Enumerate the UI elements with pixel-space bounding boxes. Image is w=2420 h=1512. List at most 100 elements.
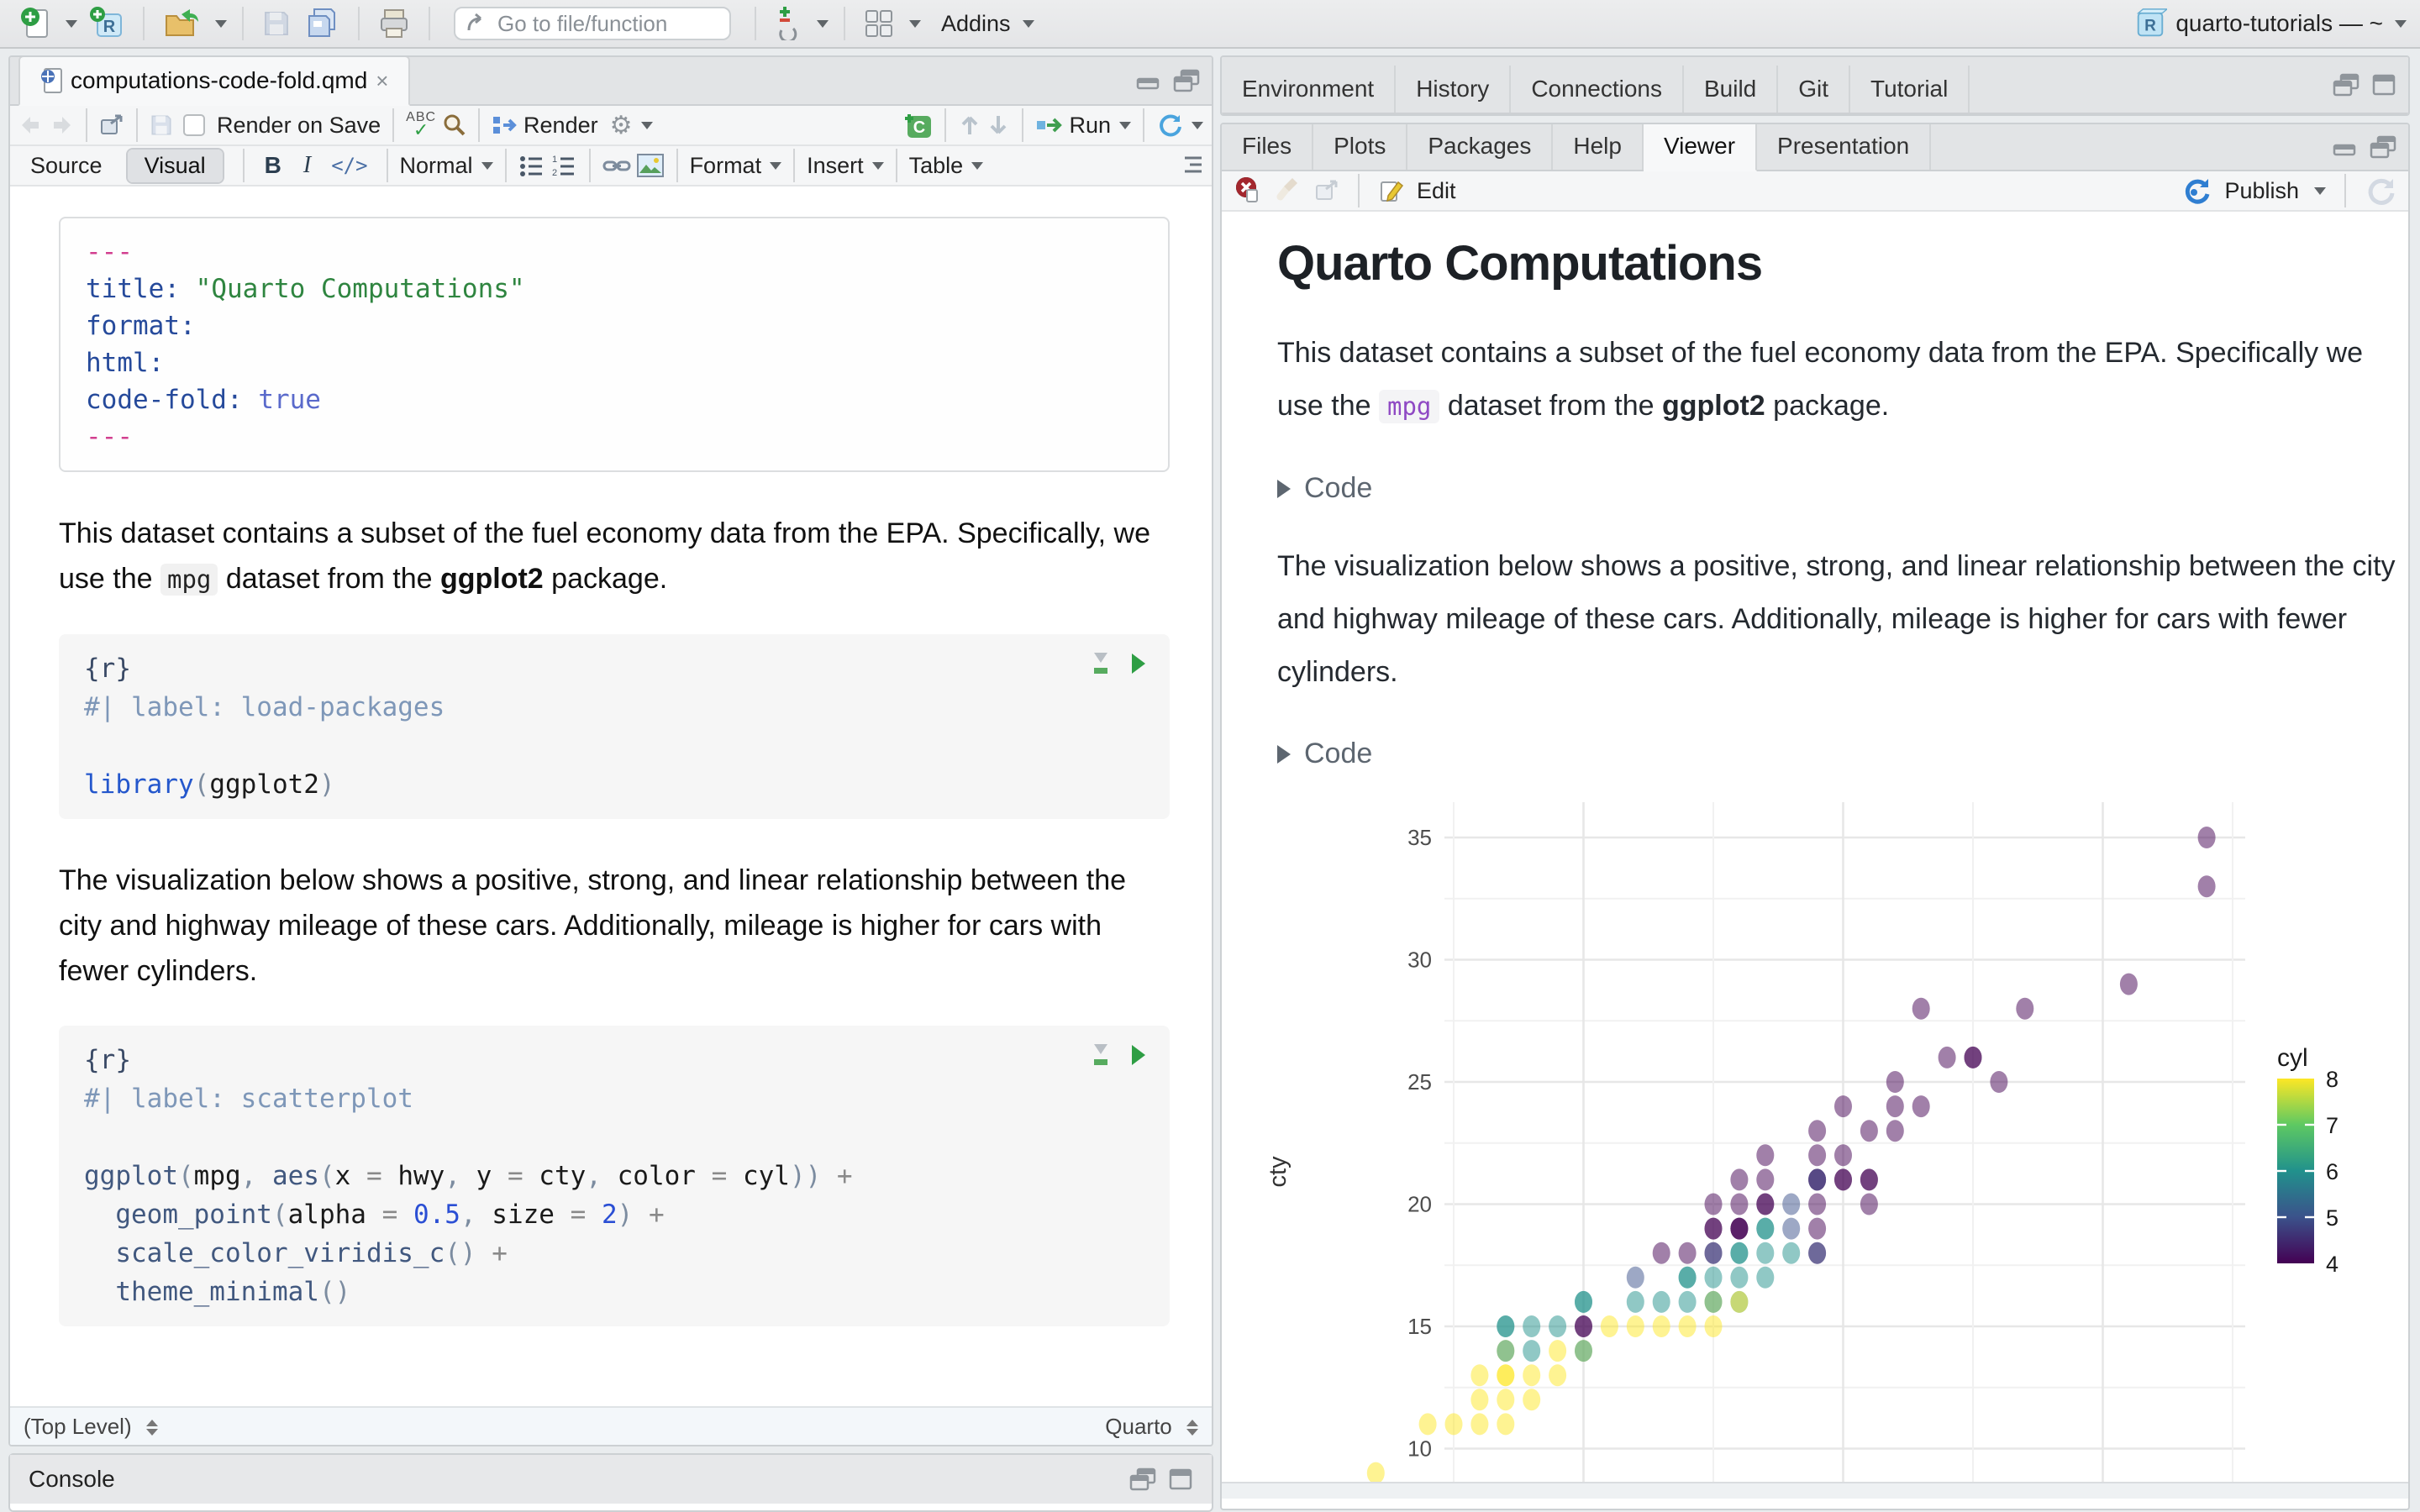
new-file-caret[interactable] (66, 19, 77, 28)
run-previous-icon[interactable] (958, 113, 981, 138)
tab-viewer[interactable]: Viewer (1643, 124, 1758, 171)
new-project-button[interactable]: R (86, 3, 128, 45)
run-chunks-above-icon[interactable] (1091, 1042, 1111, 1068)
save-all-button[interactable] (302, 4, 343, 43)
code-line[interactable]: title: "Quarto Computations" (86, 270, 1143, 307)
addins-caret[interactable] (1022, 19, 1034, 28)
editor-paragraph-1[interactable]: This dataset contains a subset of the fu… (59, 511, 1170, 602)
run-chunk-icon[interactable] (1129, 652, 1148, 675)
code-format-button[interactable]: </> (324, 154, 374, 177)
source-tools-icon[interactable] (1156, 112, 1183, 139)
run-next-icon[interactable] (986, 113, 1010, 138)
publish-icon[interactable] (2182, 176, 2212, 206)
outline-scope-select[interactable]: (Top Level) (24, 1414, 158, 1440)
code-line[interactable] (84, 1118, 1144, 1157)
code-line[interactable]: ggplot(mpg, aes(x = hwy, y = cty, color … (84, 1157, 1144, 1195)
format-menu[interactable]: Format (690, 153, 762, 179)
italic-button[interactable]: I (295, 152, 319, 179)
paragraph-style-select[interactable]: Normal (400, 153, 473, 179)
visual-mode-button[interactable]: Visual (127, 149, 223, 182)
edit-pencil-icon[interactable] (1378, 177, 1405, 204)
minimize-pane-icon[interactable] (2333, 135, 2358, 157)
tab-files[interactable]: Files (1222, 124, 1314, 170)
tab-plots[interactable]: Plots (1313, 124, 1408, 170)
popout-icon[interactable] (99, 113, 124, 137)
open-file-button[interactable] (160, 4, 203, 43)
save-icon[interactable] (150, 113, 173, 137)
numbered-list-icon[interactable]: 12 (550, 154, 577, 177)
clear-broom-icon[interactable] (1274, 176, 1302, 205)
code-chunk-load-packages[interactable]: {r} #| label: load-packages library(ggplo… (59, 634, 1170, 819)
code-line[interactable]: {r} (84, 1041, 1144, 1079)
render-settings-caret[interactable] (640, 121, 653, 129)
publish-caret[interactable] (2314, 186, 2326, 195)
code-line[interactable]: --- (86, 234, 1143, 270)
viewer-content[interactable]: Quarto Computations This dataset contain… (1222, 212, 2408, 1499)
render-button[interactable]: Render (523, 113, 598, 139)
render-settings-gear-icon[interactable]: ⚙ (610, 111, 633, 140)
file-type-select[interactable]: Quarto (1105, 1414, 1198, 1440)
workspace-panes-button[interactable] (860, 5, 897, 42)
insert-caret[interactable] (871, 161, 884, 170)
edit-button[interactable]: Edit (1417, 178, 1456, 204)
outline-toggle-icon[interactable] (1176, 155, 1203, 176)
run-chunk-icon[interactable] (1129, 1043, 1148, 1067)
code-line[interactable]: library(ggplot2) (84, 765, 1144, 804)
restore-pane-icon[interactable] (2333, 73, 2360, 97)
code-line[interactable]: theme_minimal() (84, 1273, 1144, 1311)
save-button[interactable] (259, 6, 294, 41)
code-chunk-scatterplot[interactable]: {r} #| label: scatterplot ggplot(mpg, aes… (59, 1026, 1170, 1326)
render-on-save-checkbox[interactable] (183, 114, 205, 136)
spellcheck-button[interactable]: ABC ✓ (406, 111, 436, 139)
tab-git[interactable]: Git (1778, 66, 1851, 113)
code-line[interactable]: #| label: load-packages (84, 688, 1144, 727)
bullet-list-icon[interactable] (518, 154, 545, 177)
tab-build[interactable]: Build (1684, 66, 1779, 113)
version-control-button[interactable] (771, 3, 805, 44)
tab-help[interactable]: Help (1553, 124, 1644, 170)
tab-packages[interactable]: Packages (1407, 124, 1554, 170)
bold-button[interactable]: B (256, 152, 290, 179)
restore-pane-icon[interactable] (1129, 1467, 1156, 1491)
editor-tab[interactable]: computations-code-fold.qmd × (18, 57, 411, 106)
code-line[interactable]: code-fold: true (86, 381, 1143, 418)
code-line[interactable]: --- (86, 418, 1143, 455)
stop-icon[interactable] (1234, 176, 1262, 205)
code-fold-toggle-2[interactable]: Code (1277, 738, 2408, 770)
maximize-pane-icon[interactable] (2370, 135, 2396, 159)
yaml-front-matter[interactable]: --- title: "Quarto Computations" format: h… (59, 217, 1170, 472)
code-line[interactable]: #| label: scatterplot (84, 1079, 1144, 1118)
refresh-icon[interactable] (2365, 175, 2396, 207)
popout-icon[interactable] (1314, 179, 1339, 202)
code-fold-toggle-1[interactable]: Code (1277, 472, 2408, 505)
paragraph-style-caret[interactable] (481, 161, 493, 170)
image-icon[interactable] (636, 153, 665, 178)
addins-menu[interactable]: Addins (941, 11, 1011, 37)
insert-menu[interactable]: Insert (807, 153, 864, 179)
project-menu[interactable]: R quarto-tutorials — ~ (2133, 0, 2407, 47)
print-button[interactable] (375, 5, 413, 42)
table-menu[interactable]: Table (909, 153, 964, 179)
close-tab-icon[interactable]: × (376, 68, 388, 94)
maximize-pane-icon[interactable] (1168, 1467, 1193, 1491)
goto-file-function-input[interactable]: Go to file/function (454, 7, 731, 40)
link-icon[interactable] (602, 154, 631, 177)
editor-paragraph-2[interactable]: The visualization below shows a positive… (59, 858, 1170, 994)
run-icon[interactable] (1035, 114, 1064, 136)
run-button[interactable]: Run (1069, 113, 1111, 139)
tab-history[interactable]: History (1396, 66, 1512, 113)
maximize-pane-icon[interactable] (2371, 73, 2396, 97)
code-line[interactable] (84, 727, 1144, 765)
table-caret[interactable] (971, 161, 984, 170)
tab-presentation[interactable]: Presentation (1757, 124, 1932, 170)
code-line[interactable]: scale_color_viridis_c() + (84, 1234, 1144, 1273)
tab-tutorial[interactable]: Tutorial (1850, 66, 1970, 113)
render-on-save-label[interactable]: Render on Save (217, 113, 381, 139)
minimize-pane-icon[interactable] (1136, 69, 1161, 91)
console-header[interactable]: Console (10, 1455, 1212, 1504)
source-mode-button[interactable]: Source (18, 153, 114, 179)
new-file-button[interactable] (17, 3, 54, 44)
code-line[interactable]: geom_point(alpha = 0.5, size = 2) + (84, 1195, 1144, 1234)
panes-caret[interactable] (909, 19, 921, 28)
code-line[interactable]: {r} (84, 649, 1144, 688)
